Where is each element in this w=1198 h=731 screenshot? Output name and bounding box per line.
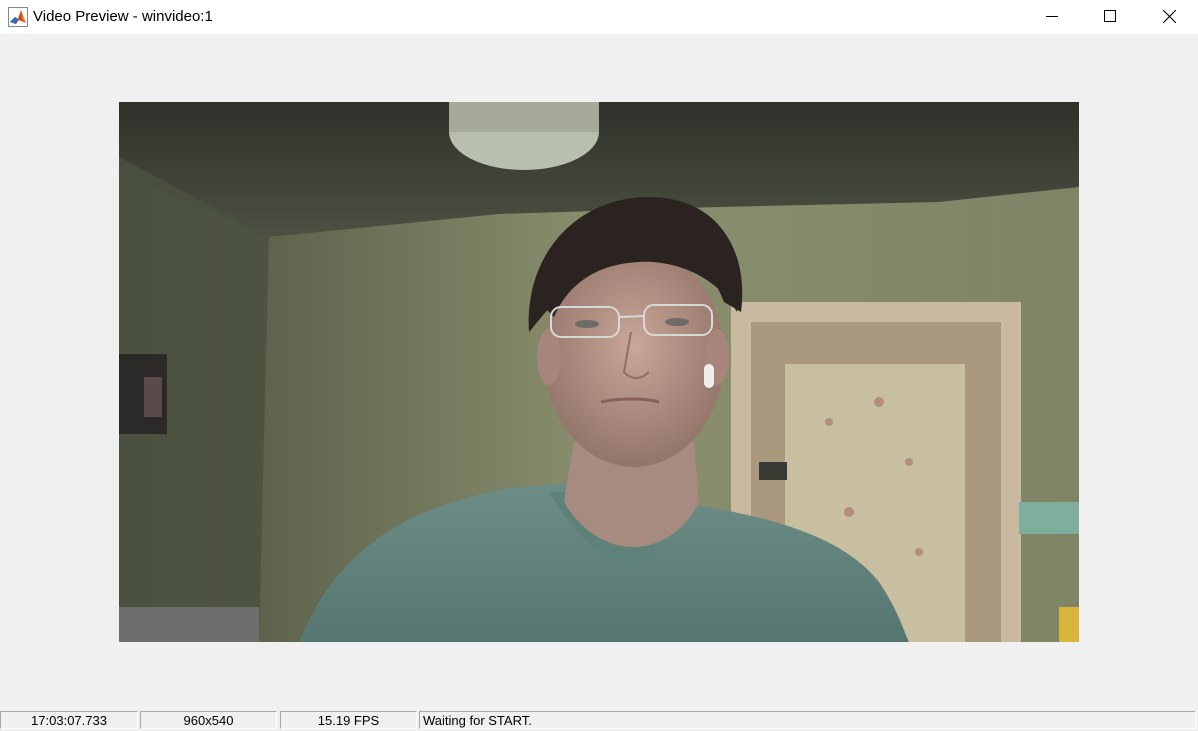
webcam-image bbox=[119, 102, 1079, 642]
window-title: Video Preview - winvideo:1 bbox=[33, 8, 213, 25]
close-icon bbox=[1162, 9, 1176, 23]
matlab-icon bbox=[8, 7, 28, 27]
status-bar: 17:03:07.733 960x540 15.19 FPS Waiting f… bbox=[0, 710, 1198, 731]
status-state: Waiting for START. bbox=[419, 711, 1196, 729]
maximize-icon bbox=[1104, 10, 1116, 22]
title-bar[interactable]: Video Preview - winvideo:1 bbox=[0, 0, 1198, 34]
maximize-button[interactable] bbox=[1081, 0, 1139, 32]
status-frame-rate: 15.19 FPS bbox=[280, 711, 417, 729]
status-timestamp: 17:03:07.733 bbox=[0, 711, 138, 729]
minimize-button[interactable] bbox=[1023, 0, 1081, 32]
status-resolution: 960x540 bbox=[140, 711, 277, 729]
minimize-icon bbox=[1046, 10, 1058, 22]
video-preview-frame bbox=[119, 102, 1079, 642]
close-button[interactable] bbox=[1140, 0, 1198, 32]
